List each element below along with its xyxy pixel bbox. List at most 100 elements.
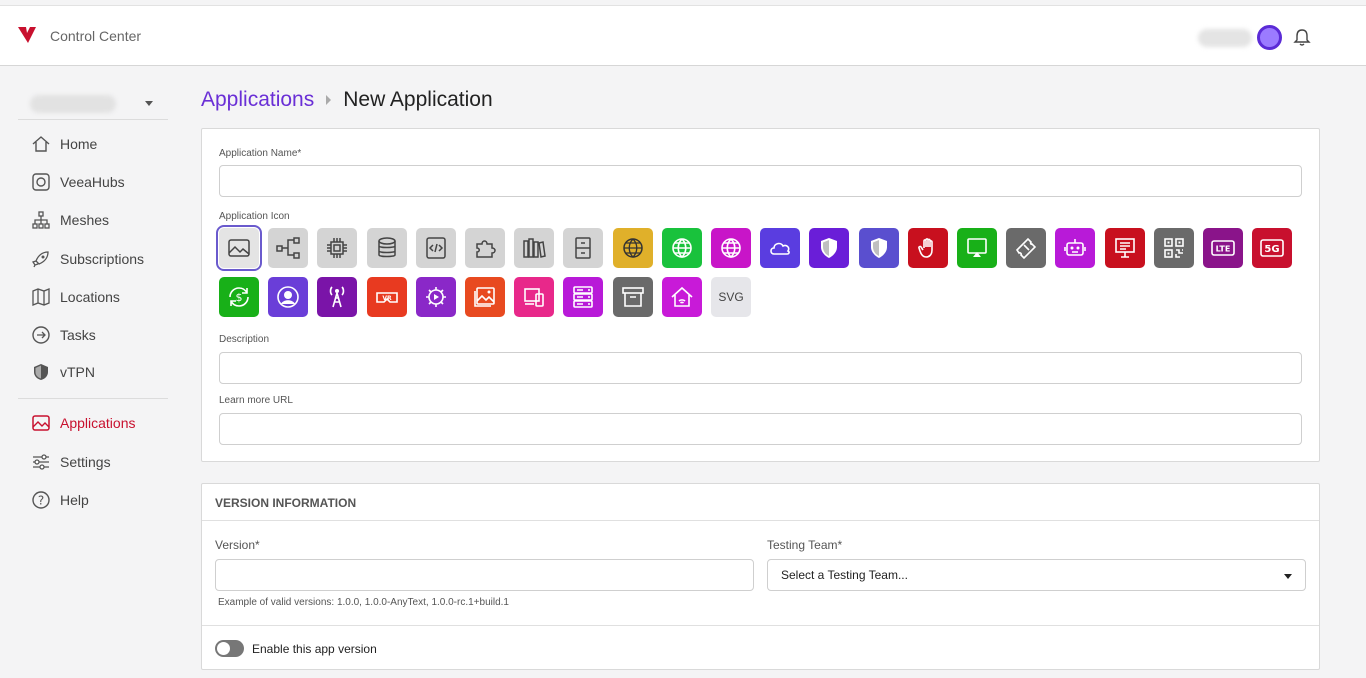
version-input[interactable] — [215, 559, 754, 591]
globe-gold-icon — [622, 238, 643, 258]
rocket-icon — [31, 249, 51, 269]
enable-version-toggle[interactable] — [215, 640, 244, 657]
sidebar-item-label: Help — [60, 492, 89, 508]
icon-option-gear-play-icon[interactable] — [415, 277, 456, 317]
icon-option-network-icon[interactable] — [268, 228, 309, 268]
sidebar-item-label: Meshes — [60, 212, 110, 228]
sidebar-item-help[interactable]: ? Help — [18, 486, 168, 514]
5g-icon: 5G — [1260, 239, 1284, 257]
icon-option-presentation-icon[interactable] — [1104, 228, 1145, 268]
bell-icon[interactable] — [1293, 28, 1311, 48]
icon-option-globe-green-icon[interactable] — [661, 228, 702, 268]
shield-icon — [31, 362, 51, 382]
icon-option-library-icon[interactable] — [514, 228, 555, 268]
org-name-blurred — [30, 95, 116, 113]
icon-option-qr-code-icon[interactable] — [1153, 228, 1194, 268]
icon-option-globe-gold-icon[interactable] — [612, 228, 653, 268]
breadcrumb-applications-link[interactable]: Applications — [201, 88, 314, 112]
screen-cast-icon — [967, 238, 987, 257]
icon-option-chip-icon[interactable] — [317, 228, 358, 268]
globe-pink-icon — [721, 238, 741, 259]
sidebar-item-label: Settings — [60, 454, 111, 470]
icon-option-image-icon[interactable] — [216, 225, 262, 271]
svg-text:LTE: LTE — [1216, 245, 1231, 254]
icon-option-screen-cast-icon[interactable] — [957, 228, 997, 268]
avatar[interactable] — [1257, 25, 1282, 50]
icon-option-hand-icon[interactable] — [907, 228, 948, 268]
svg-upload-button[interactable]: SVG — [711, 277, 751, 317]
server-icon — [573, 286, 594, 308]
sidebar-divider — [18, 398, 168, 399]
icon-option-user-circle-icon[interactable] — [268, 277, 309, 317]
learn-more-url-input[interactable] — [219, 413, 1302, 445]
icon-option-archive-icon[interactable] — [612, 277, 653, 317]
icon-option-shield-icon[interactable] — [858, 228, 899, 268]
icon-option-code-icon[interactable] — [415, 228, 456, 268]
icon-option-lte-icon[interactable]: LTE — [1203, 228, 1243, 268]
sidebar-item-home[interactable]: Home — [18, 130, 168, 158]
tasks-icon — [31, 325, 51, 345]
svg-text:VR: VR — [382, 295, 392, 302]
sidebar-item-label: Applications — [60, 415, 136, 431]
application-name-input[interactable] — [219, 165, 1302, 197]
sidebar-item-label: Locations — [60, 289, 120, 305]
icon-option-vr-headset-icon[interactable]: VR — [366, 277, 407, 317]
icon-option-cabinet-icon[interactable] — [563, 228, 604, 268]
breadcrumb: Applications New Application — [201, 88, 493, 112]
icon-option-server-icon[interactable] — [563, 277, 604, 317]
ticket-icon — [1016, 237, 1037, 260]
version-label: Version* — [215, 538, 260, 552]
veea-logo-icon[interactable] — [17, 25, 37, 45]
icon-option-shield-icon[interactable] — [809, 228, 850, 268]
icon-option-robot-icon[interactable] — [1055, 228, 1096, 268]
icon-option-dollar-refresh-icon[interactable]: $ — [219, 277, 259, 317]
smart-home-icon — [671, 286, 693, 307]
image-icon — [228, 239, 250, 257]
sidebar-item-label: Home — [60, 136, 98, 152]
sidebar-item-veeahubs[interactable]: VeeaHubs — [18, 168, 168, 196]
icon-option-ticket-icon[interactable] — [1006, 228, 1047, 268]
toggle-knob — [217, 642, 230, 655]
version-information-card: VERSION INFORMATION Version* Example of … — [201, 483, 1320, 670]
icon-option-cloud-icon[interactable] — [760, 228, 801, 268]
enable-version-label: Enable this app version — [252, 642, 377, 656]
icon-option-database-icon[interactable] — [366, 228, 407, 268]
description-input[interactable] — [219, 352, 1302, 384]
sidebar-item-locations[interactable]: Locations — [18, 283, 168, 311]
learn-more-url-label: Learn more URL — [219, 395, 293, 406]
svg-text:?: ? — [38, 494, 44, 508]
testing-team-select[interactable]: Select a Testing Team... — [767, 559, 1306, 591]
sidebar-item-applications[interactable]: Applications — [18, 409, 168, 437]
sidebar-item-settings[interactable]: Settings — [18, 448, 168, 476]
chevron-down-icon — [145, 101, 153, 106]
icon-option-5g-icon[interactable]: 5G — [1252, 228, 1293, 268]
sidebar-item-tasks[interactable]: Tasks — [18, 321, 168, 349]
icon-option-smart-home-icon[interactable] — [661, 277, 702, 317]
globe-green-icon — [671, 238, 692, 259]
lte-icon: LTE — [1211, 240, 1235, 256]
sidebar: Home VeeaHubs Meshes Subscriptions Locat… — [18, 80, 168, 509]
svg-text:5G: 5G — [1265, 244, 1280, 255]
brand-title: Control Center — [50, 28, 142, 44]
shield-icon — [821, 238, 838, 258]
sidebar-item-subscriptions[interactable]: Subscriptions — [18, 245, 168, 273]
user-name-blurred[interactable] — [1198, 29, 1252, 47]
icon-option-globe-pink-icon[interactable] — [711, 228, 751, 268]
devices-icon — [524, 288, 544, 307]
icon-option-devices-icon[interactable] — [514, 277, 555, 317]
sidebar-item-vtpn[interactable]: vTPN — [18, 358, 168, 386]
cloud-icon — [770, 242, 791, 255]
application-icon-label: Application Icon — [219, 211, 290, 222]
icon-option-tower-icon[interactable] — [317, 277, 358, 317]
robot-icon — [1064, 239, 1087, 256]
icon-option-puzzle-icon[interactable] — [465, 228, 505, 268]
map-icon — [31, 287, 51, 307]
chip-icon — [327, 238, 348, 258]
icon-option-photo-icon[interactable] — [465, 277, 505, 317]
hand-icon — [917, 238, 933, 258]
sidebar-item-label: VeeaHubs — [60, 174, 125, 190]
org-selector[interactable] — [18, 80, 168, 120]
top-bar: Control Center — [0, 5, 1366, 66]
sidebar-item-meshes[interactable]: Meshes — [18, 206, 168, 234]
sidebar-item-label: Subscriptions — [60, 251, 145, 267]
